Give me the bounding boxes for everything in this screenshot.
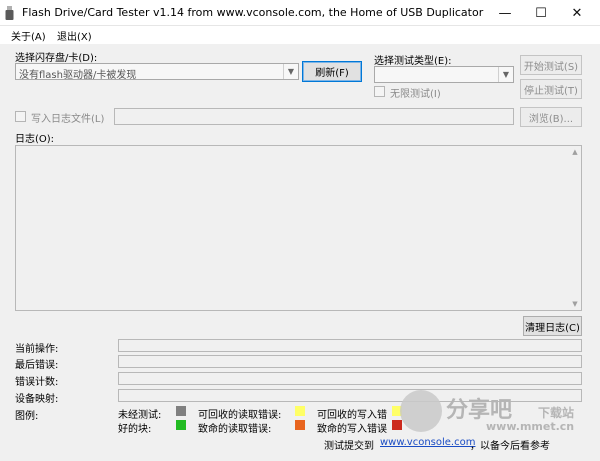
stop-test-button[interactable]: 停止测试(T) (520, 79, 582, 99)
legend-untested-swatch (176, 406, 186, 416)
minimize-button[interactable]: — (486, 0, 524, 26)
current-op-label: 当前操作: (15, 344, 59, 355)
log-label: 日志(O): (15, 134, 55, 145)
current-op-field (118, 339, 582, 352)
vconsole-link[interactable]: www.vconsole.com (380, 437, 475, 448)
refresh-button[interactable]: 刷新(F) (302, 61, 362, 82)
legend-recoverable-write-label: 可回收的写入错 (317, 410, 387, 421)
legend-good-label: 好的块: (118, 424, 152, 435)
legend-untested-label: 未经测试: (118, 410, 162, 421)
log-file-path-input[interactable] (114, 108, 514, 125)
last-error-label: 最后错误: (15, 360, 59, 371)
menu-exit[interactable]: 退出(X) (57, 28, 92, 43)
usb-drive-icon (5, 6, 14, 20)
write-log-label: 写入日志文件(L) (31, 114, 105, 125)
legend-recoverable-read-swatch (295, 406, 305, 416)
test-type-label: 选择测试类型(E): (374, 56, 452, 67)
legend-good-swatch (176, 420, 186, 430)
chevron-down-icon: ▼ (283, 64, 298, 79)
legend-fatal-write-swatch (392, 420, 402, 430)
footer-suffix-text: ，以备今后看参考 (470, 441, 550, 452)
drive-select-value: 没有flash驱动器/卡被发现 (19, 70, 137, 81)
infinite-test-checkbox[interactable] (374, 86, 385, 97)
log-textarea[interactable]: ▲ ▼ (15, 145, 582, 311)
chevron-down-icon: ▼ (498, 67, 513, 82)
browse-button[interactable]: 浏览(B)... (520, 107, 582, 127)
legend-recoverable-read-label: 可回收的读取错误: (198, 410, 282, 421)
window-title: Flash Drive/Card Tester v1.14 from www.v… (22, 6, 484, 19)
legend-fatal-read-swatch (295, 420, 305, 430)
watermark-logo-icon (400, 390, 442, 432)
close-button[interactable]: ✕ (558, 0, 596, 26)
footer-submit-text: 测试提交到 (324, 441, 374, 452)
watermark-url: www.mmet.cn (486, 420, 575, 433)
clear-log-button[interactable]: 清理日志(C) (523, 316, 582, 336)
error-count-field (118, 372, 582, 385)
device-map-field (118, 389, 582, 402)
device-map-label: 设备映射: (15, 394, 59, 405)
drive-label: 选择闪存盘/卡(D): (15, 53, 98, 64)
infinite-test-label: 无限测试(I) (390, 89, 441, 100)
error-count-label: 错误计数: (15, 377, 59, 388)
watermark-sub: 下载站 (538, 406, 575, 420)
write-log-checkbox[interactable] (15, 111, 26, 122)
maximize-button[interactable]: ☐ (522, 0, 560, 26)
scroll-up-icon[interactable]: ▲ (570, 147, 580, 157)
legend-fatal-read-label: 致命的读取错误: (198, 424, 272, 435)
test-type-select[interactable]: ▼ (374, 66, 514, 83)
legend-fatal-write-label: 致命的写入错误 (317, 424, 387, 435)
menu-about[interactable]: 关于(A) (11, 28, 46, 43)
last-error-field (118, 355, 582, 368)
scroll-down-icon[interactable]: ▼ (570, 299, 580, 309)
start-test-button[interactable]: 开始测试(S) (520, 55, 582, 75)
drive-select[interactable]: 没有flash驱动器/卡被发现 ▼ (15, 63, 299, 81)
legend-label: 图例: (15, 411, 39, 422)
